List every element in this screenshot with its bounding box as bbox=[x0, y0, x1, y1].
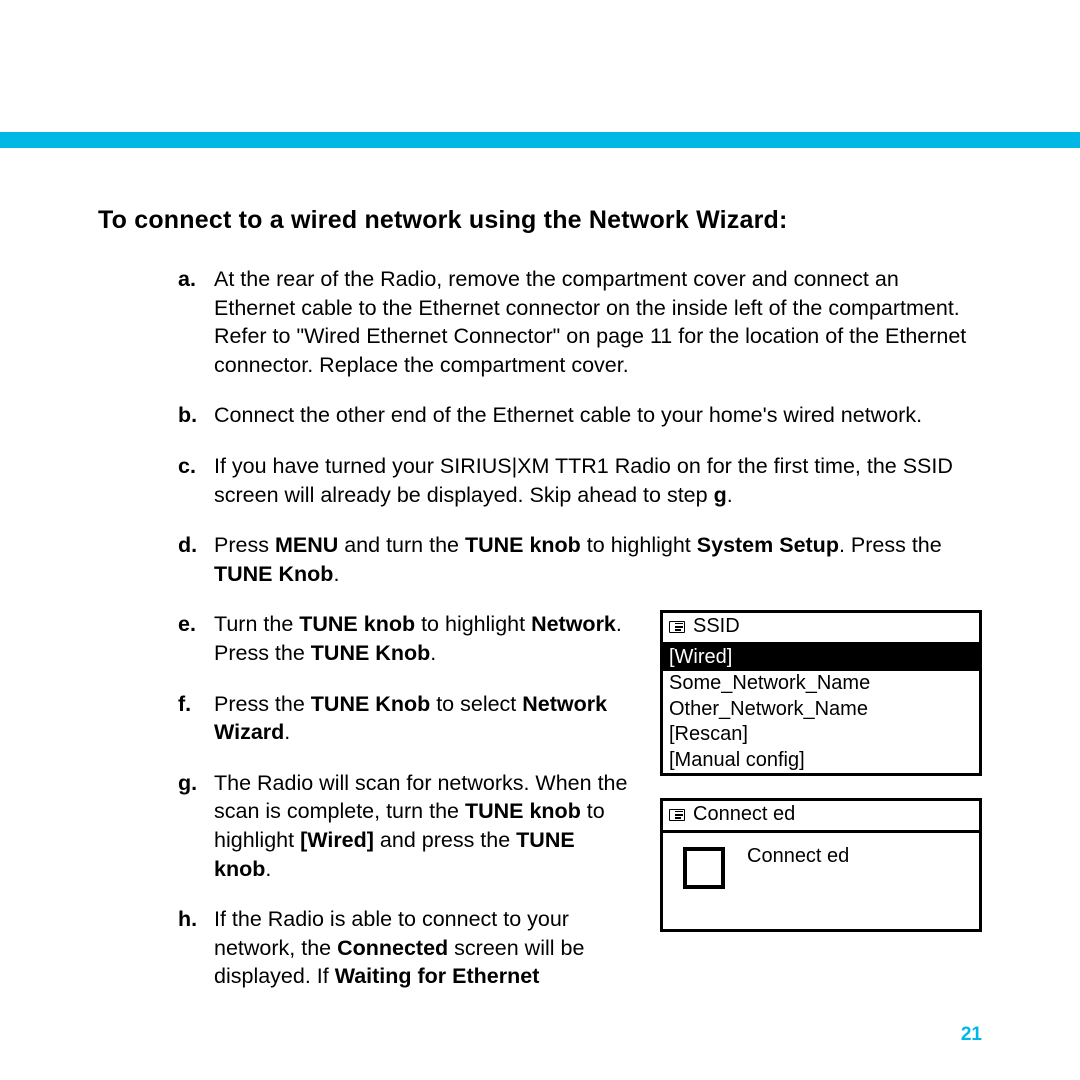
step-text: Press the TUNE Knob to select Network Wi… bbox=[214, 692, 607, 745]
steps-list: a. At the rear of the Radio, remove the … bbox=[98, 265, 982, 588]
ssid-row-rescan[interactable]: [Rescan] bbox=[663, 722, 979, 748]
step-c: c. If you have turned your SIRIUS|XM TTR… bbox=[178, 452, 982, 509]
steps-list-continued: e. Turn the TUNE knob to highlight Netwo… bbox=[98, 610, 630, 991]
accent-bar bbox=[0, 132, 1080, 148]
step-marker: d. bbox=[178, 531, 197, 560]
connected-screen-body: Connect ed bbox=[663, 833, 979, 929]
screen-header: Connect ed bbox=[663, 801, 979, 833]
connected-status-text: Connect ed bbox=[747, 845, 849, 868]
content-area: To connect to a wired network using the … bbox=[98, 206, 982, 1013]
screen-title: SSID bbox=[693, 615, 740, 638]
step-h: h. If the Radio is able to connect to yo… bbox=[178, 905, 630, 991]
step-d: d. Press MENU and turn the TUNE knob to … bbox=[178, 531, 982, 588]
ssid-screen: SSID [Wired] Some_Network_Name Other_Net… bbox=[660, 610, 982, 776]
ssid-row-wired[interactable]: [Wired] bbox=[663, 645, 979, 671]
two-column-region: e. Turn the TUNE knob to highlight Netwo… bbox=[98, 610, 982, 1013]
step-a: a. At the rear of the Radio, remove the … bbox=[178, 265, 982, 379]
page-number: 21 bbox=[961, 1024, 982, 1046]
connected-screen: Connect ed Connect ed bbox=[660, 798, 982, 932]
step-text: Connect the other end of the Ethernet ca… bbox=[214, 403, 922, 427]
step-f: f. Press the TUNE Knob to select Network… bbox=[178, 690, 630, 747]
step-marker: h. bbox=[178, 905, 197, 934]
right-column: SSID [Wired] Some_Network_Name Other_Net… bbox=[660, 610, 982, 1013]
left-column: e. Turn the TUNE knob to highlight Netwo… bbox=[98, 610, 630, 1013]
step-marker: a. bbox=[178, 265, 196, 294]
step-marker: b. bbox=[178, 401, 197, 430]
ssid-row-network[interactable]: Some_Network_Name bbox=[663, 671, 979, 697]
screen-title: Connect ed bbox=[693, 803, 795, 826]
section-heading: To connect to a wired network using the … bbox=[98, 206, 982, 235]
step-b: b. Connect the other end of the Ethernet… bbox=[178, 401, 982, 430]
list-icon bbox=[669, 809, 685, 821]
step-text: If the Radio is able to connect to your … bbox=[214, 907, 584, 988]
step-text: The Radio will scan for networks. When t… bbox=[214, 771, 627, 881]
list-icon bbox=[669, 621, 685, 633]
step-text: If you have turned your SIRIUS|XM TTR1 R… bbox=[214, 454, 953, 507]
step-marker: f. bbox=[178, 690, 191, 719]
step-marker: g. bbox=[178, 769, 197, 798]
ssid-row-manual-config[interactable]: [Manual config] bbox=[663, 748, 979, 774]
step-g: g. The Radio will scan for networks. Whe… bbox=[178, 769, 630, 883]
step-text: Press MENU and turn the TUNE knob to hig… bbox=[214, 533, 942, 586]
step-text: Turn the TUNE knob to highlight Network.… bbox=[214, 612, 622, 665]
ssid-row-network[interactable]: Other_Network_Name bbox=[663, 697, 979, 723]
step-marker: e. bbox=[178, 610, 196, 639]
status-square-icon bbox=[683, 847, 725, 889]
step-marker: c. bbox=[178, 452, 196, 481]
step-e: e. Turn the TUNE knob to highlight Netwo… bbox=[178, 610, 630, 667]
manual-page: To connect to a wired network using the … bbox=[0, 0, 1080, 1080]
ssid-screen-body: [Wired] Some_Network_Name Other_Network_… bbox=[663, 645, 979, 773]
step-text: At the rear of the Radio, remove the com… bbox=[214, 267, 966, 377]
screen-header: SSID bbox=[663, 613, 979, 645]
